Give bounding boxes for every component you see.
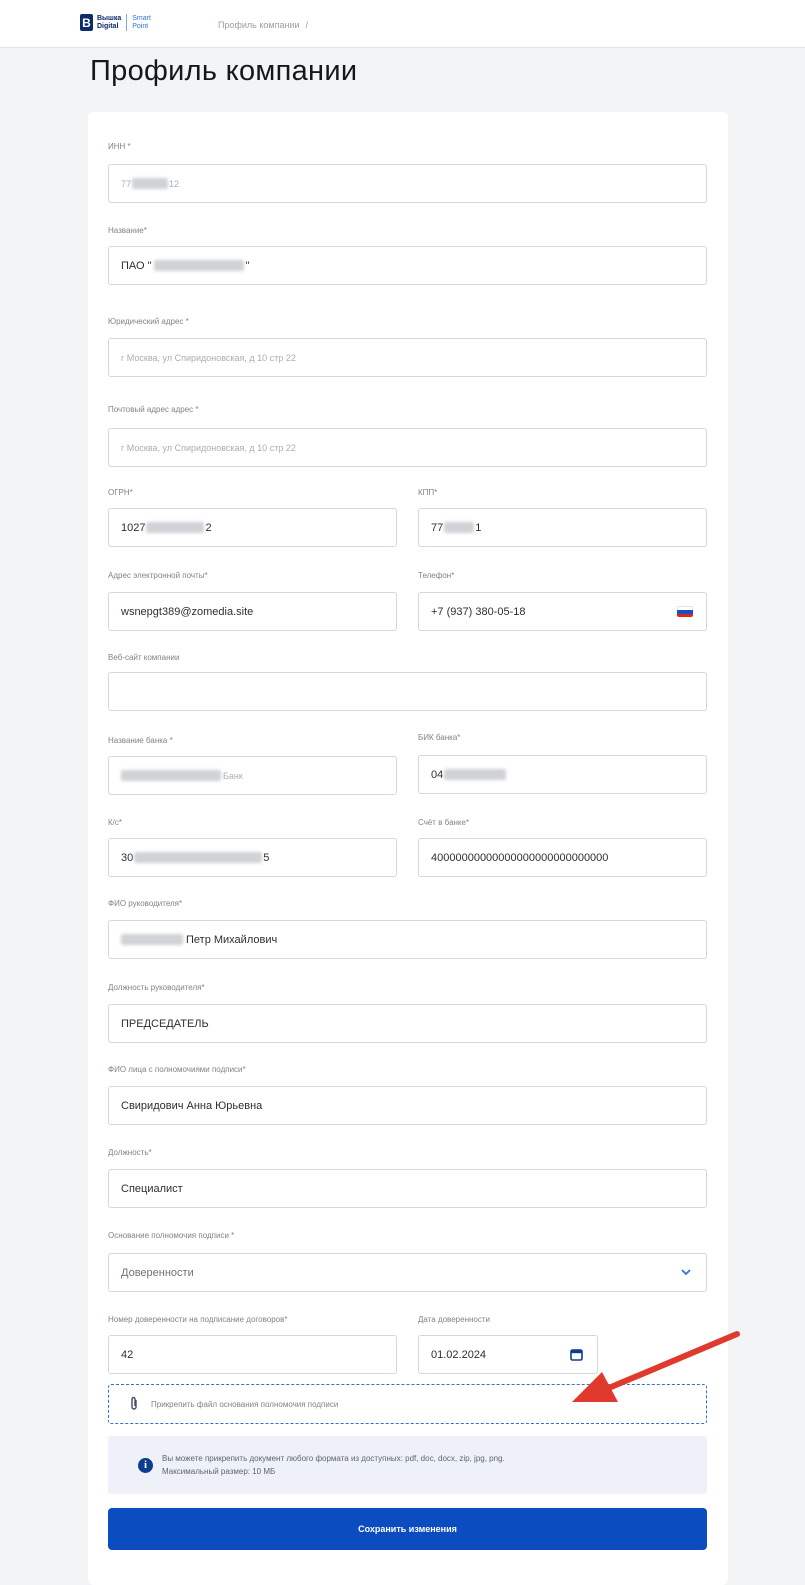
logo-divider <box>126 14 128 31</box>
logo-brand1: Smart <box>132 14 151 22</box>
signer-name-value: Свиридович Анна Юрьевна <box>121 1099 263 1112</box>
redacted-mask <box>444 769 507 780</box>
phone-value: +7 (937) 380-05-18 <box>431 605 526 618</box>
redacted-mask <box>132 178 169 189</box>
breadcrumb: Профиль компании / <box>218 20 308 30</box>
signer-position-value: Специалист <box>121 1182 183 1195</box>
ogrn-field[interactable]: 1027 2 <box>108 508 397 547</box>
paperclip-icon <box>131 1396 137 1410</box>
file-info-notice: i Вы можете прикрепить документ любого ф… <box>108 1436 707 1494</box>
postal-address-placeholder: г Москва, ул Спиридоновская, д 10 стр 22 <box>121 442 296 453</box>
poa-date-label: Дата доверенности <box>418 1315 490 1324</box>
logo[interactable]: В Вышка Digital Smart Point <box>80 14 151 31</box>
logo-line1: Вышка <box>97 14 122 22</box>
phone-field[interactable]: +7 (937) 380-05-18 <box>418 592 707 631</box>
annotation-arrow-icon <box>572 1331 740 1402</box>
logo-brand2: Point <box>132 22 149 30</box>
account-label: Счёт в банке* <box>418 818 470 827</box>
signer-name-label: ФИО лица с полномочиями подписи* <box>108 1065 246 1074</box>
email-value: wsnepgt389@zomedia.site <box>121 605 254 618</box>
inn-value: 77 <box>121 178 132 189</box>
poa-number-field[interactable]: 42 <box>108 1335 397 1374</box>
phone-label: Телефон* <box>418 571 455 580</box>
poa-number-value: 42 <box>121 1348 134 1361</box>
bik-value: 04 <box>431 768 444 781</box>
info-line2: Максимальный размер: 10 МБ <box>162 1467 276 1476</box>
inn-value-end: 12 <box>169 178 180 189</box>
postal-address-label: Почтовый адрес адрес * <box>108 405 199 414</box>
signing-basis-value: Доверенности <box>121 1266 194 1279</box>
ks-value: 30 <box>121 851 134 864</box>
breadcrumb-separator: / <box>305 20 309 30</box>
ks-field[interactable]: 30 5 <box>108 838 397 877</box>
postal-address-field[interactable]: г Москва, ул Спиридоновская, д 10 стр 22 <box>108 428 707 467</box>
signer-position-field[interactable]: Специалист <box>108 1169 707 1208</box>
ogrn-value: 1027 <box>121 521 146 534</box>
inn-field[interactable]: 77 12 <box>108 164 707 203</box>
name-value-end: " <box>245 259 250 272</box>
bik-label: БИК банка* <box>418 733 461 742</box>
name-label: Название* <box>108 226 147 235</box>
redacted-mask <box>121 934 183 945</box>
breadcrumb-item[interactable]: Профиль компании <box>218 20 300 30</box>
legal-address-field[interactable]: г Москва, ул Спиридоновская, д 10 стр 22 <box>108 338 707 377</box>
bank-name-value-end: Банк <box>223 770 243 781</box>
save-changes-button[interactable]: Сохранить изменения <box>108 1508 707 1550</box>
ogrn-label: ОГРН* <box>108 488 133 497</box>
kpp-value: 77 <box>431 521 444 534</box>
ks-label: К/с* <box>108 818 122 827</box>
ks-value-end: 5 <box>263 851 270 864</box>
redacted-mask <box>134 852 263 863</box>
name-value: ПАО " <box>121 259 152 272</box>
redacted-mask <box>153 260 244 271</box>
account-field[interactable]: 40000000000000000000000000000 <box>418 838 707 877</box>
signing-basis-label: Основание полномочия подписи * <box>108 1231 235 1240</box>
kpp-label: КПП* <box>418 488 438 497</box>
info-line1: Вы можете прикрепить документ любого фор… <box>162 1454 505 1463</box>
website-field[interactable] <box>108 672 707 711</box>
email-field[interactable]: wsnepgt389@zomedia.site <box>108 592 397 631</box>
legal-address-label: Юридический адрес * <box>108 317 189 326</box>
redacted-mask <box>121 770 221 781</box>
chevron-down-icon <box>681 1269 691 1276</box>
signer-name-field[interactable]: Свиридович Анна Юрьевна <box>108 1086 707 1125</box>
director-position-label: Должность руководителя* <box>108 983 205 992</box>
kpp-field[interactable]: 77 1 <box>418 508 707 547</box>
director-name-value: Петр Михайлович <box>186 933 278 946</box>
logo-mark-icon: В <box>80 14 93 31</box>
name-field[interactable]: ПАО " " <box>108 246 707 285</box>
kpp-value-end: 1 <box>475 521 482 534</box>
logo-line2: Digital <box>97 22 119 30</box>
attach-file-label: Прикрепить файл основания полномочия под… <box>151 1399 339 1409</box>
legal-address-placeholder: г Москва, ул Спиридоновская, д 10 стр 22 <box>121 352 296 363</box>
poa-number-label: Номер доверенности на подписание договор… <box>108 1315 288 1324</box>
account-value: 40000000000000000000000000000 <box>431 851 609 864</box>
poa-date-value: 01.02.2024 <box>431 1348 487 1361</box>
info-icon: i <box>138 1457 153 1473</box>
page-title: Профиль компании <box>90 55 358 87</box>
director-position-field[interactable]: ПРЕДСЕДАТЕЛЬ <box>108 1004 707 1043</box>
director-name-label: ФИО руководителя* <box>108 899 183 908</box>
signer-position-label: Должность* <box>108 1148 152 1157</box>
signing-basis-select[interactable]: Доверенности <box>108 1253 707 1292</box>
director-name-field[interactable]: Петр Михайлович <box>108 920 707 959</box>
ogrn-value-end: 2 <box>205 521 212 534</box>
bank-name-field[interactable]: Банк <box>108 756 397 795</box>
russia-flag-icon[interactable] <box>677 606 693 617</box>
website-label: Веб-сайт компании <box>108 653 180 662</box>
bik-field[interactable]: 04 <box>418 755 707 794</box>
director-position-value: ПРЕДСЕДАТЕЛЬ <box>121 1017 209 1030</box>
redacted-mask <box>444 522 475 533</box>
inn-label: ИНН * <box>108 142 131 151</box>
bank-name-label: Название банка * <box>108 736 173 745</box>
email-label: Адрес электронной почты* <box>108 571 208 580</box>
top-header: В Вышка Digital Smart Point Профиль комп… <box>0 0 805 48</box>
redacted-mask <box>146 522 205 533</box>
